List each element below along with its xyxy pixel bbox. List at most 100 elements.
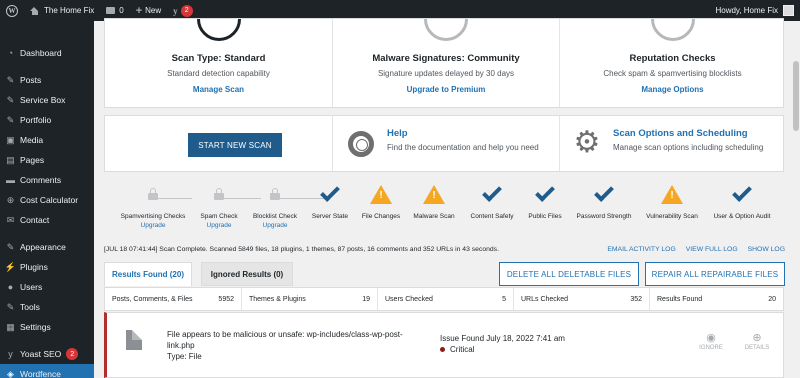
help-block: Help Find the documentation and help you… bbox=[387, 128, 539, 152]
help-link[interactable]: Help bbox=[387, 128, 539, 139]
warning-icon: ! bbox=[661, 184, 683, 204]
site-name-link[interactable]: The Home Fix bbox=[24, 0, 100, 21]
lock-icon bbox=[148, 188, 158, 200]
sidebar-item-cost-calculator[interactable]: ⊕ Cost Calculator bbox=[0, 190, 94, 210]
sidebar-item-service-box[interactable]: ✎ Service Box bbox=[0, 90, 94, 110]
sidebar-item-portfolio[interactable]: ✎ Portfolio bbox=[0, 110, 94, 130]
sidebar-item-settings[interactable]: ▦ Settings bbox=[0, 317, 94, 337]
scrollbar-thumb[interactable] bbox=[793, 61, 799, 131]
sidebar-item-comments[interactable]: ▬ Comments bbox=[0, 170, 94, 190]
count-value: 20 bbox=[768, 295, 776, 303]
issue-info: File appears to be malicious or unsafe: … bbox=[167, 329, 417, 362]
repair-all-button[interactable]: REPAIR ALL REPAIRABLE FILES bbox=[645, 262, 785, 286]
ignore-label: IGNORE bbox=[699, 345, 723, 351]
sidebar-item-posts[interactable]: ✎ Posts bbox=[0, 70, 94, 90]
sidebar-item-label: Comments bbox=[20, 175, 62, 185]
details-button[interactable]: ⊕ DETAILS bbox=[737, 331, 777, 351]
wp-logo-menu[interactable]: W bbox=[0, 0, 24, 21]
divider bbox=[559, 116, 560, 171]
sidebar-item-plugins[interactable]: ⚡ Plugins bbox=[0, 257, 94, 277]
log-links: EMAIL ACTIVITY LOG VIEW FULL LOG SHOW LO… bbox=[607, 246, 785, 253]
sidebar-item-contact[interactable]: ✉ Contact bbox=[0, 210, 94, 230]
scan-actions-panel: START NEW SCAN Help Find the documentati… bbox=[104, 115, 784, 172]
wordfence-icon: ◈ bbox=[7, 368, 14, 378]
check-icon bbox=[320, 182, 340, 202]
lifebuoy-icon bbox=[348, 131, 374, 157]
comments-count: 0 bbox=[119, 6, 124, 15]
sidebar-item-label: Settings bbox=[20, 322, 51, 332]
warning-icon: ! bbox=[423, 184, 445, 204]
page-scrollbar[interactable] bbox=[792, 21, 800, 378]
step-upgrade-link[interactable]: Upgrade bbox=[115, 222, 191, 229]
summary-title: Malware Signatures: Community bbox=[372, 53, 520, 64]
sidebar-item-label: Appearance bbox=[20, 242, 66, 252]
settings-icon: ▦ bbox=[6, 321, 15, 332]
yoast-icon: y bbox=[173, 5, 178, 16]
issue-severity: Critical bbox=[440, 345, 474, 354]
issue-type: Type: File bbox=[167, 352, 202, 361]
sidebar-item-dashboard[interactable]: ◔ Dashboard bbox=[0, 43, 94, 63]
summary-title: Reputation Checks bbox=[629, 53, 716, 64]
summary-desc: Standard detection capability bbox=[167, 69, 270, 78]
tab-results-found[interactable]: Results Found (20) bbox=[104, 262, 192, 286]
severity-dot bbox=[440, 347, 445, 352]
count-themes-plugins: Themes & Plugins 19 bbox=[241, 288, 377, 310]
wordpress-logo-icon: W bbox=[6, 4, 18, 17]
plus-icon: + bbox=[135, 4, 143, 17]
magnifier-icon: ⊕ bbox=[752, 332, 762, 344]
media-icon: ▣ bbox=[6, 134, 15, 145]
sidebar-item-pages[interactable]: ▤ Pages bbox=[0, 150, 94, 170]
view-full-log-link[interactable]: VIEW FULL LOG bbox=[686, 246, 738, 253]
email-activity-log-link[interactable]: EMAIL ACTIVITY LOG bbox=[607, 246, 675, 253]
reputation-icon bbox=[650, 19, 695, 41]
dashboard-icon: ◔ bbox=[7, 47, 14, 58]
summary-scan-type: Scan Type: Standard Standard detection c… bbox=[105, 19, 332, 107]
count-urls-checked: URLs Checked 352 bbox=[513, 288, 649, 310]
sidebar-item-label: Portfolio bbox=[20, 115, 52, 125]
sidebar-item-label: Wordfence bbox=[20, 369, 61, 378]
sidebar-item-users[interactable]: ● Users bbox=[0, 277, 94, 297]
divider bbox=[332, 116, 333, 171]
help-desc: Find the documentation and help you need bbox=[387, 143, 539, 152]
sidebar-item-media[interactable]: ▣ Media bbox=[0, 130, 94, 150]
count-value: 5 bbox=[502, 295, 506, 303]
show-log-link[interactable]: SHOW LOG bbox=[748, 246, 785, 253]
count-label: Results Found bbox=[657, 295, 703, 303]
sidebar-item-label: Pages bbox=[20, 155, 45, 165]
upgrade-premium-link[interactable]: Upgrade to Premium bbox=[333, 85, 559, 94]
count-value: 5952 bbox=[218, 295, 234, 303]
start-new-scan-button[interactable]: START NEW SCAN bbox=[188, 133, 282, 157]
ignore-button[interactable]: ◉ IGNORE bbox=[691, 331, 731, 351]
yoast-badge: 2 bbox=[66, 348, 79, 360]
sidebar-item-yoast-seo[interactable]: y Yoast SEO 2 bbox=[0, 344, 94, 364]
step-vulnerability-scan: ! Vulnerability Scan bbox=[634, 183, 710, 220]
scan-summary-panel: Scan Type: Standard Standard detection c… bbox=[104, 18, 784, 108]
step-label: Vulnerability Scan bbox=[646, 213, 698, 220]
step-label: Password Strength bbox=[576, 213, 632, 220]
gauge-icon bbox=[196, 19, 241, 41]
wrench-icon: ✎ bbox=[6, 301, 15, 312]
sidebar-item-label: Yoast SEO bbox=[20, 349, 62, 359]
greeting: Howdy, Home Fix bbox=[715, 6, 778, 15]
warning-icon: ! bbox=[370, 184, 392, 204]
issue-row[interactable]: File appears to be malicious or unsafe: … bbox=[104, 312, 784, 378]
scan-options-link[interactable]: Scan Options and Scheduling bbox=[613, 128, 763, 139]
summary-malware-signatures: Malware Signatures: Community Signature … bbox=[333, 19, 559, 107]
sidebar-item-tools[interactable]: ✎ Tools bbox=[0, 297, 94, 317]
comment-icon: ▬ bbox=[6, 174, 15, 185]
manage-options-link[interactable]: Manage Options bbox=[560, 85, 783, 94]
gear-icon: ⚙ bbox=[573, 126, 601, 159]
step-upgrade-link[interactable]: Upgrade bbox=[237, 222, 313, 229]
sidebar-item-wordfence[interactable]: ◈ Wordfence bbox=[0, 364, 94, 378]
delete-all-button[interactable]: DELETE ALL DELETABLE FILES bbox=[499, 262, 639, 286]
wrench-icon: ✎ bbox=[6, 94, 15, 105]
tab-ignored-results[interactable]: Ignored Results (0) bbox=[201, 262, 293, 286]
step-label: User & Option Audit bbox=[713, 213, 771, 220]
details-label: DETAILS bbox=[744, 345, 770, 351]
manage-scan-link[interactable]: Manage Scan bbox=[105, 85, 332, 94]
check-icon bbox=[482, 182, 502, 202]
my-account[interactable]: Howdy, Home Fix bbox=[715, 5, 800, 16]
yoast-badge: 2 bbox=[180, 4, 193, 17]
yoast-icon: y bbox=[8, 348, 13, 359]
sidebar-item-appearance[interactable]: ✎ Appearance bbox=[0, 237, 94, 257]
